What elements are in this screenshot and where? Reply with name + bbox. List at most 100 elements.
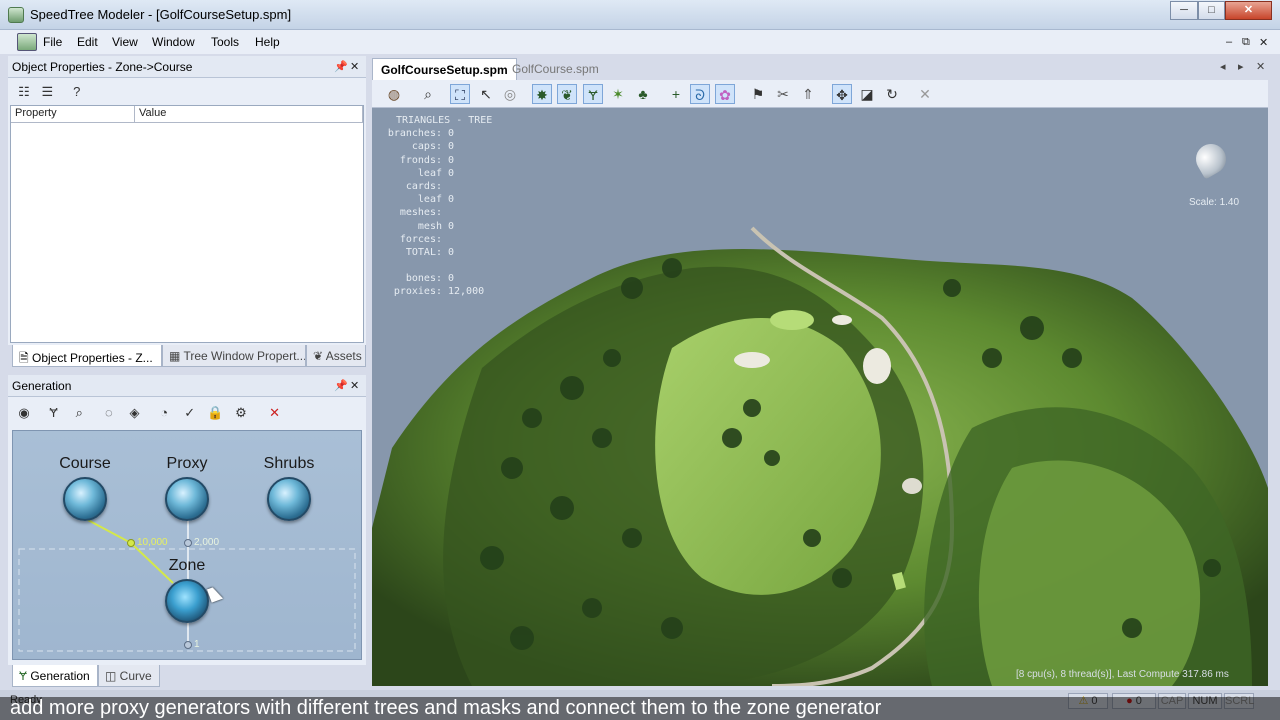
lock-icon[interactable]: 🔒 xyxy=(207,405,223,421)
node-proxy[interactable] xyxy=(165,477,209,521)
tab-tree-window-properties[interactable]: ▦ Tree Window Propert... xyxy=(162,345,306,367)
branch-tool-icon[interactable]: Ɏ xyxy=(583,84,603,104)
terrain-render xyxy=(372,226,1268,686)
stat-key: leaf meshes: xyxy=(399,194,442,219)
mdi-close-button[interactable]: ✕ xyxy=(1259,36,1268,49)
tab-label: Tree Window Propert... xyxy=(183,349,306,363)
pin-icon[interactable]: 📌 xyxy=(334,60,348,73)
tab-assets[interactable]: ❦ Assets xyxy=(306,345,366,367)
menu-view[interactable]: View xyxy=(112,35,138,49)
delete-icon[interactable]: ✕ xyxy=(267,405,283,421)
help-icon[interactable]: ? xyxy=(69,84,85,100)
categorized-icon[interactable]: ☷ xyxy=(16,84,32,100)
leaf-icon[interactable]: ✸ xyxy=(532,84,552,104)
column-value[interactable]: Value xyxy=(135,106,363,123)
stat-key: proxies: xyxy=(393,286,442,298)
close-button[interactable]: ✕ xyxy=(1225,1,1272,20)
object-properties-header: Object Properties - Zone->Course 📌 ✕ xyxy=(8,56,366,78)
window-title: SpeedTree Modeler - [GolfCourseSetup.spm… xyxy=(30,7,292,22)
stat-row: proxies: 12,000 xyxy=(378,285,492,298)
zoom-icon[interactable]: ⌕ xyxy=(418,84,438,104)
viewport-3d[interactable]: TRIANGLES - TREE branches: 0 caps: 0 frond… xyxy=(372,108,1268,686)
column-property[interactable]: Property xyxy=(11,106,135,123)
mdi-minimize-button[interactable]: – xyxy=(1226,36,1232,48)
stat-value: 0 xyxy=(448,141,455,153)
scale-readout: Scale: 1.40 xyxy=(1189,197,1240,208)
cube-icon[interactable]: ◈ xyxy=(127,405,143,421)
menu-file[interactable]: File xyxy=(43,35,62,49)
camera-icon[interactable]: ◎ xyxy=(500,84,520,104)
add-icon[interactable]: + xyxy=(666,84,686,104)
wind-icon[interactable]: ᘐ xyxy=(690,84,710,104)
tab-object-properties[interactable]: 🗎 Object Properties - Z... xyxy=(12,345,162,367)
video-caption: add more proxy generators with different… xyxy=(0,697,1280,720)
document-icon xyxy=(17,33,37,51)
panel-close-button[interactable]: ✕ xyxy=(350,379,359,392)
tab-scroll-left-icon[interactable]: ◂ xyxy=(1220,60,1226,73)
maximize-button[interactable]: □ xyxy=(1198,1,1225,20)
settings-icon[interactable]: ⚙ xyxy=(233,405,249,421)
clear-icon[interactable]: ✕ xyxy=(915,84,935,104)
scale-icon[interactable]: ◪ xyxy=(857,84,877,104)
property-grid[interactable]: Property Value xyxy=(10,105,364,343)
tree-icon[interactable]: ♣ xyxy=(633,84,653,104)
node-label-proxy: Proxy xyxy=(166,455,208,472)
node-label-shrubs: Shrubs xyxy=(263,455,315,472)
rotate-icon[interactable]: ↻ xyxy=(882,84,902,104)
stat-value: 0 xyxy=(448,167,455,179)
menu-help[interactable]: Help xyxy=(255,35,280,49)
panel-close-button[interactable]: ✕ xyxy=(350,60,359,73)
alphabetical-icon[interactable]: ☰ xyxy=(39,84,55,100)
check-icon[interactable]: ✓ xyxy=(182,405,198,421)
stat-value: 0 xyxy=(448,128,455,140)
tab-scroll-right-icon[interactable]: ▸ xyxy=(1238,60,1244,73)
object-properties-title: Object Properties - Zone->Course xyxy=(12,60,193,74)
minimize-button[interactable]: ─ xyxy=(1170,1,1198,20)
port-proxy-zone[interactable] xyxy=(184,539,192,547)
flower-icon[interactable]: ✿ xyxy=(715,84,735,104)
document-tabs: GolfCourseSetup.spm GolfCourse.spm ◂ ▸ ✕ xyxy=(370,56,1280,80)
menu-window[interactable]: Window xyxy=(152,35,195,49)
app-icon xyxy=(8,7,24,23)
menu-bar: File Edit View Window Tools Help – ⧉ ✕ xyxy=(0,30,1280,54)
menu-edit[interactable]: Edit xyxy=(77,35,98,49)
generator-add-icon[interactable]: ◉ xyxy=(16,405,32,421)
assets-icon: ❦ xyxy=(313,349,326,363)
port-course-zone[interactable] xyxy=(127,539,135,547)
tab-label: Assets xyxy=(325,349,362,363)
scissors-icon[interactable]: ✂ xyxy=(773,84,793,104)
menu-tools[interactable]: Tools xyxy=(211,35,239,49)
pin-icon[interactable]: 📌 xyxy=(334,379,348,392)
node-zone[interactable] xyxy=(165,579,209,623)
move-icon[interactable]: ✥ xyxy=(832,84,852,104)
generation-canvas[interactable]: Course Proxy Shrubs 10,000 2,000 Zone 1 xyxy=(12,430,362,660)
port-zone-out[interactable] xyxy=(184,641,192,649)
tab-close-icon[interactable]: ✕ xyxy=(1256,60,1265,73)
node-label-course: Course xyxy=(59,455,111,472)
lift-icon[interactable]: ⇑ xyxy=(798,84,818,104)
mdi-restore-button[interactable]: ⧉ xyxy=(1242,36,1250,49)
node-select-icon[interactable]: ⛶ xyxy=(450,84,470,104)
sparkle-icon[interactable]: ✶ xyxy=(608,84,628,104)
node-course[interactable] xyxy=(63,477,107,521)
render-mode-icon[interactable]: ◍ xyxy=(384,84,404,104)
tab-generation[interactable]: Ɏ Generation xyxy=(12,665,98,687)
stat-row: TOTAL: 0 xyxy=(378,246,492,259)
pointer-icon[interactable]: ↖ xyxy=(476,84,496,104)
frond-icon[interactable]: ❦ xyxy=(557,84,577,104)
flag-icon[interactable]: ⚑ xyxy=(748,84,768,104)
generation-toolbar: ◉ Ɏ ⌕ ◌ ◈ ◔ ✓ 🔒 ⚙ ✕ xyxy=(16,405,283,421)
branch-icon[interactable]: Ɏ xyxy=(46,405,62,421)
node-shrubs[interactable] xyxy=(267,477,311,521)
tab-golfcoursesetup[interactable]: GolfCourseSetup.spm xyxy=(372,58,517,80)
stat-row: caps: 0 xyxy=(378,140,492,153)
tab-golfcourse[interactable]: GolfCourse.spm xyxy=(504,58,607,80)
tab-label: Object Properties - Z... xyxy=(31,351,153,365)
refresh-icon[interactable]: ◌ xyxy=(101,405,117,421)
tab-curve[interactable]: ◫ Curve xyxy=(98,665,160,687)
zoom-icon[interactable]: ⌕ xyxy=(71,405,87,421)
stat-key: branches: xyxy=(387,128,442,140)
stat-value: 12,000 xyxy=(448,286,485,298)
title-bar: SpeedTree Modeler - [GolfCourseSetup.spm… xyxy=(0,0,1280,30)
eye-icon[interactable]: ◔ xyxy=(156,405,172,421)
